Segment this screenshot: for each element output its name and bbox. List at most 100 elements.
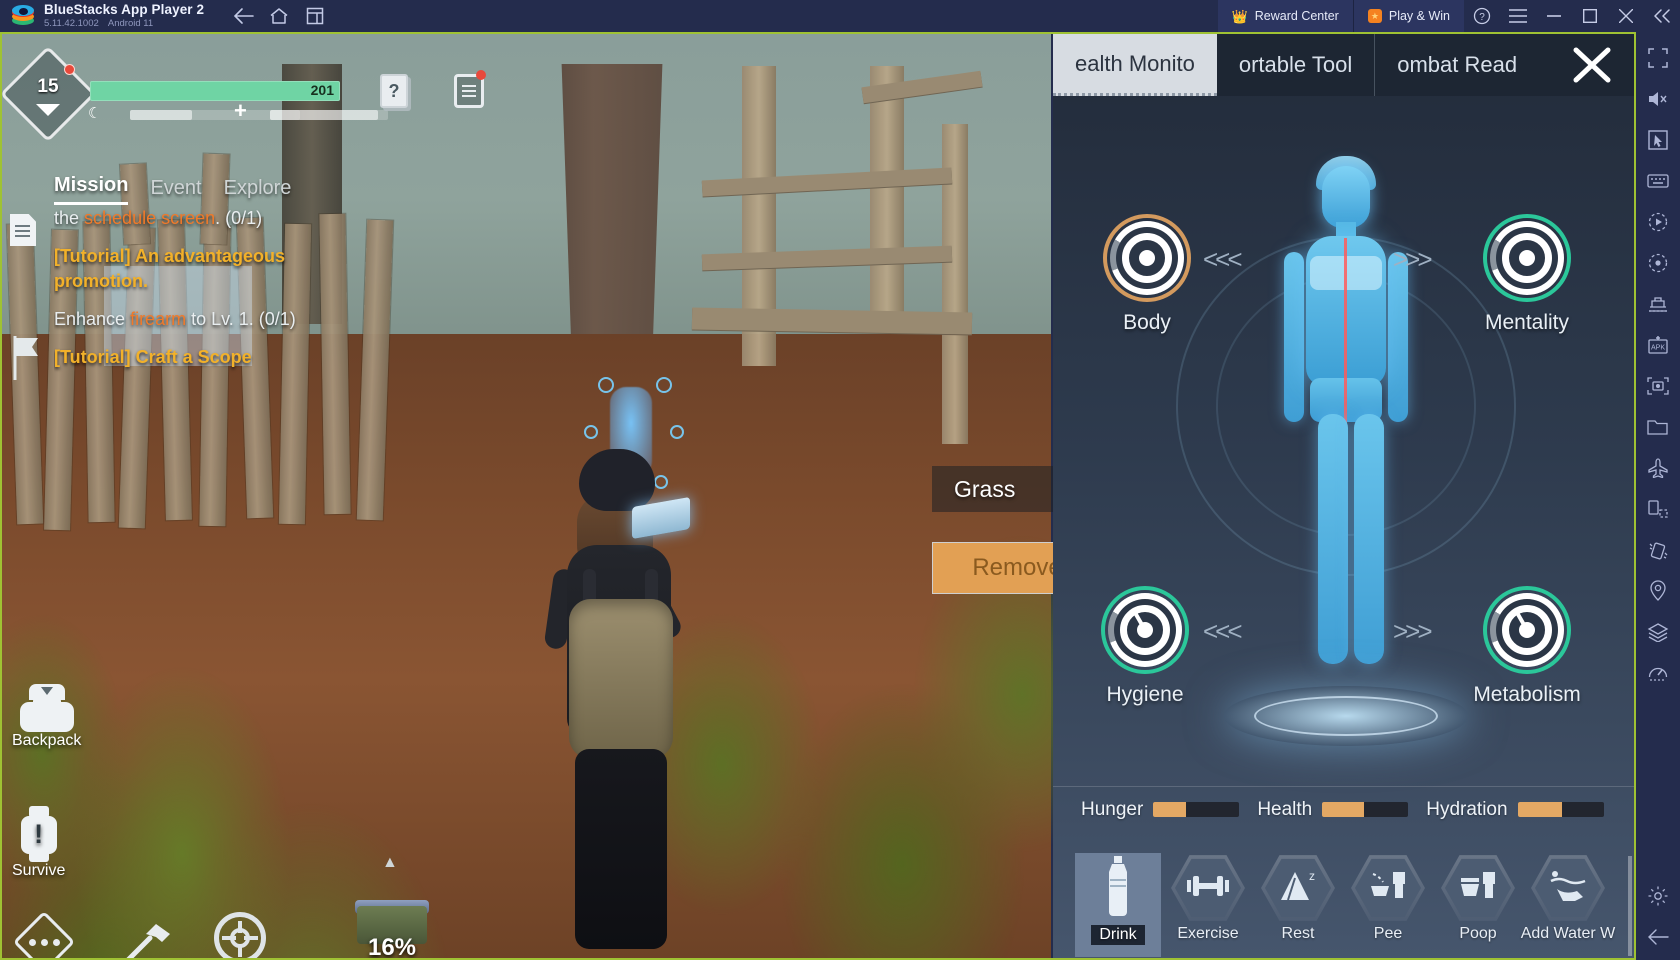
record-icon[interactable] <box>1640 245 1676 281</box>
vital-health: Health <box>1257 798 1409 821</box>
vital-hydration-bar <box>1517 802 1604 817</box>
mission-item-2[interactable]: Enhance firearm to Lv. 1. (0/1) <box>54 307 334 331</box>
tab-health-monitor[interactable]: ealth Monito <box>1053 34 1217 96</box>
build-hammer-button[interactable] <box>120 912 176 958</box>
media-folder-icon[interactable] <box>1640 409 1676 445</box>
health-bar: 201 <box>90 81 340 101</box>
arrows-left-top: <<< <box>1203 244 1243 274</box>
action-pee-label: Pee <box>1373 925 1403 942</box>
reward-center-button[interactable]: 👑 Reward Center <box>1217 0 1353 32</box>
water-bottle-icon <box>1103 855 1133 921</box>
gauge-body[interactable] <box>1103 214 1191 302</box>
hamburger-menu-icon[interactable] <box>1500 0 1536 32</box>
action-poop-label: Poop <box>1459 925 1497 942</box>
help-icon[interactable]: ? <box>1464 0 1500 32</box>
maximize-button[interactable] <box>1572 0 1608 32</box>
mission-item-3-title[interactable]: [Tutorial] Craft a Scope <box>54 345 334 369</box>
app-title: BlueStacks App Player 2 <box>44 1 205 17</box>
mission-item-0[interactable]: the schedule screen. (0/1) <box>54 206 334 230</box>
macro-record-icon[interactable] <box>1640 204 1676 240</box>
vital-hunger-label: Hunger <box>1081 798 1144 820</box>
multi-instance-icon[interactable] <box>1640 286 1676 322</box>
expand-arrow-icon[interactable]: ▲ <box>382 854 398 872</box>
backpack-button[interactable]: Backpack <box>12 684 81 750</box>
level-chevron-icon <box>36 104 60 116</box>
action-pee[interactable]: Pee <box>1345 853 1431 957</box>
action-drink[interactable]: Drink <box>1075 853 1161 957</box>
tab-event[interactable]: Event <box>150 177 201 205</box>
arrows-left-bottom: <<< <box>1203 616 1243 646</box>
mute-icon[interactable] <box>1640 81 1676 117</box>
health-monitor-panel[interactable]: ealth Monito ortable Tool ombat Read Bod… <box>1053 34 1634 958</box>
hunger-bar-fill <box>130 110 192 120</box>
help-hud-icon[interactable]: ? <box>380 74 408 108</box>
gauge-mentality[interactable] <box>1483 214 1571 302</box>
app-version: 5.11.42.1002 <box>44 18 99 30</box>
quest-notification-dot <box>476 70 486 80</box>
location-icon[interactable] <box>1640 573 1676 609</box>
settings-icon[interactable] <box>1640 878 1676 914</box>
mission-0-highlight: schedule screen <box>84 208 216 228</box>
minimize-button[interactable] <box>1536 0 1572 32</box>
screenshot-icon[interactable] <box>1640 368 1676 404</box>
close-button[interactable] <box>1608 0 1644 32</box>
watch-alert-icon: ! <box>17 806 61 862</box>
toilet-pee-icon <box>1367 868 1409 909</box>
collapse-sidebar-button[interactable] <box>1644 0 1680 32</box>
mission-0-prefix: the <box>54 208 85 228</box>
tab-explore[interactable]: Explore <box>224 177 292 205</box>
shake-icon[interactable] <box>1640 532 1676 568</box>
wash-hands-icon <box>1547 869 1589 908</box>
tab-mission[interactable]: Mission <box>54 174 129 205</box>
remove-button-label: Remove <box>972 554 1062 581</box>
install-apk-icon[interactable]: APK <box>1640 327 1676 363</box>
close-panel-icon[interactable] <box>1564 44 1620 86</box>
layers-icon[interactable] <box>1640 614 1676 650</box>
survive-button[interactable]: ! Survive <box>12 806 65 880</box>
airplane-icon[interactable] <box>1640 450 1676 486</box>
bluestacks-tool-sidebar: APK <box>1636 32 1680 960</box>
fullscreen-icon[interactable] <box>1640 40 1676 76</box>
more-options-button[interactable] <box>12 910 76 958</box>
gauge-mentality-label: Mentality <box>1484 311 1570 334</box>
mission-list[interactable]: the schedule screen. (0/1) [Tutorial] An… <box>54 206 334 426</box>
back-arrow-icon[interactable] <box>1640 919 1676 955</box>
action-add-water-label: Add Water W <box>1520 925 1616 942</box>
vital-hunger-bar <box>1153 802 1240 817</box>
action-poop[interactable]: Poop <box>1435 853 1521 957</box>
action-rest-label: Rest <box>1281 925 1315 942</box>
vehicle-button[interactable] <box>214 912 266 958</box>
tent-sleep-icon: z <box>1277 868 1319 909</box>
home-button[interactable] <box>262 3 296 29</box>
gauge-metabolism[interactable] <box>1483 586 1571 674</box>
cursor-icon[interactable] <box>1640 122 1676 158</box>
action-add-water[interactable]: Add Water W <box>1521 853 1615 957</box>
health-value: 201 <box>310 82 334 98</box>
action-rest[interactable]: z Rest <box>1255 853 1341 957</box>
action-exercise[interactable]: Exercise <box>1165 853 1251 957</box>
bluestacks-logo <box>12 5 34 27</box>
backpack-icon <box>17 684 77 732</box>
action-scrollbar[interactable] <box>1628 856 1632 956</box>
tab-portable-tool[interactable]: ortable Tool <box>1217 34 1374 96</box>
tab-combat-ready[interactable]: ombat Read <box>1374 34 1539 96</box>
stamina-bar-fill <box>270 110 378 120</box>
play-and-win-button[interactable]: ★ Play & Win <box>1352 0 1464 32</box>
action-bar[interactable]: Drink Exercise z Rest Pee Poop Add Water… <box>1053 847 1634 958</box>
notes-icon[interactable] <box>10 214 36 246</box>
performance-icon[interactable] <box>1640 655 1676 691</box>
gauge-hygiene[interactable] <box>1101 586 1189 674</box>
vital-health-label: Health <box>1257 798 1313 820</box>
recents-button[interactable] <box>298 3 332 29</box>
svg-text:?: ? <box>1479 12 1485 23</box>
mission-2-tail: to Lv. 1. (0/1) <box>186 308 296 329</box>
svg-text:z: z <box>1309 869 1315 883</box>
mission-item-1-title[interactable]: [Tutorial] An advantageous promotion. <box>54 244 334 293</box>
back-button[interactable] <box>226 3 260 29</box>
keyboard-icon[interactable] <box>1640 163 1676 199</box>
plus-icon: + <box>234 98 247 123</box>
rotate-icon[interactable] <box>1640 491 1676 527</box>
flag-icon[interactable] <box>10 334 44 380</box>
level-notification-dot <box>64 64 75 75</box>
gauge-body-label: Body <box>1123 311 1171 334</box>
